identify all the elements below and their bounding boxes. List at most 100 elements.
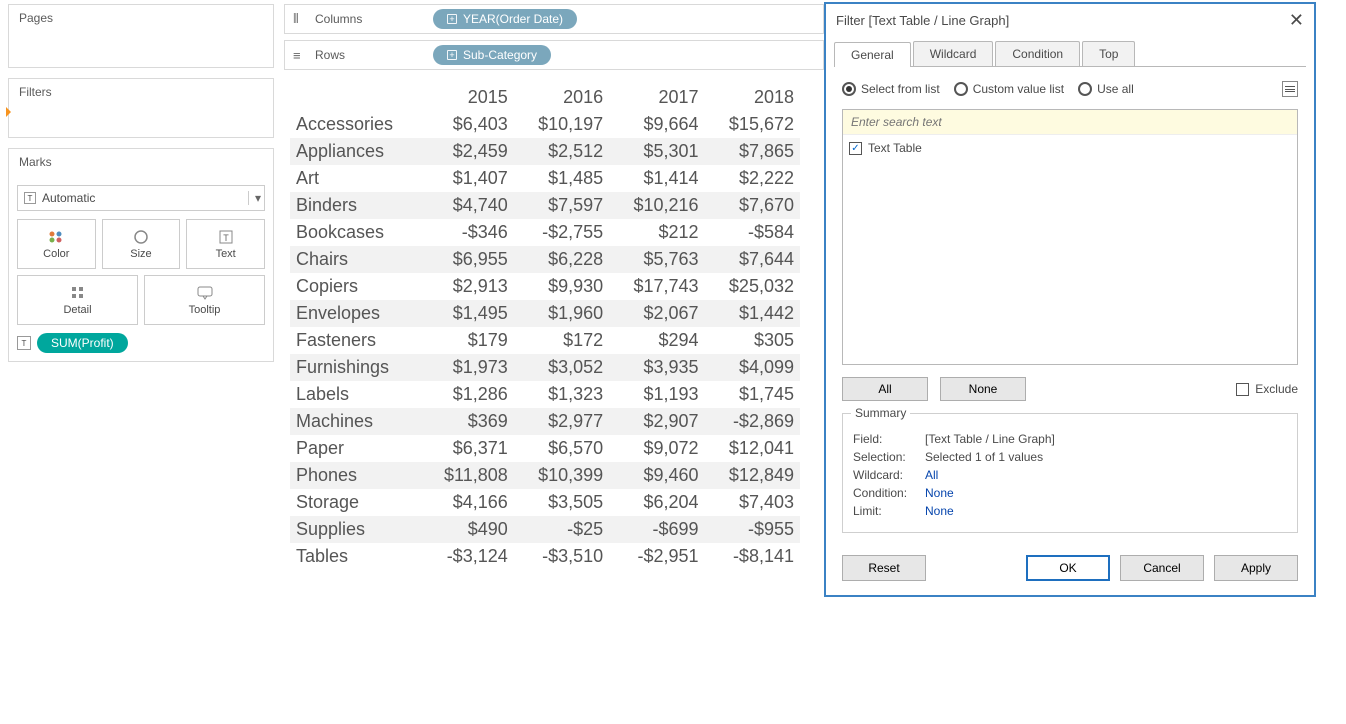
filter-dialog: Filter [Text Table / Line Graph] ✕ Gener…	[824, 2, 1316, 597]
exclude-checkbox[interactable]: Exclude	[1236, 382, 1298, 396]
cell-value: $17,743	[609, 273, 704, 300]
table-row: Paper$6,371$6,570$9,072$12,041	[290, 435, 800, 462]
sum-profit-pill[interactable]: SUM(Profit)	[37, 333, 128, 353]
cancel-button[interactable]: Cancel	[1120, 555, 1204, 581]
table-row: Copiers$2,913$9,930$17,743$25,032	[290, 273, 800, 300]
all-button[interactable]: All	[842, 377, 928, 401]
radio-icon	[1078, 82, 1092, 96]
cell-value: $4,740	[420, 192, 514, 219]
columns-label: Columns	[315, 12, 425, 26]
cell-value: $1,745	[705, 381, 800, 408]
cell-value: $1,485	[514, 165, 609, 192]
summary-legend: Summary	[851, 406, 910, 420]
table-row: Phones$11,808$10,399$9,460$12,849	[290, 462, 800, 489]
none-button[interactable]: None	[940, 377, 1026, 401]
cell-value: $2,067	[609, 300, 704, 327]
tab-general[interactable]: General	[834, 42, 911, 67]
table-row: Storage$4,166$3,505$6,204$7,403	[290, 489, 800, 516]
apply-button[interactable]: Apply	[1214, 555, 1298, 581]
cell-value: $9,072	[609, 435, 704, 462]
text-icon: T	[24, 192, 36, 204]
tab-top[interactable]: Top	[1082, 41, 1135, 66]
cell-value: $2,222	[705, 165, 800, 192]
table-row: Bookcases-$346-$2,755$212-$584	[290, 219, 800, 246]
mark-color-button[interactable]: Color	[17, 219, 96, 269]
row-label: Chairs	[290, 246, 420, 273]
radio-select-from-list[interactable]: Select from list	[842, 82, 940, 96]
cell-value: $6,228	[514, 246, 609, 273]
cell-value: $7,403	[705, 489, 800, 516]
close-icon[interactable]: ✕	[1289, 10, 1304, 31]
table-row: Binders$4,740$7,597$10,216$7,670	[290, 192, 800, 219]
size-icon	[132, 228, 150, 244]
columns-shelf[interactable]: ⦀ Columns +YEAR(Order Date)	[284, 4, 824, 34]
search-input[interactable]	[843, 110, 1297, 134]
cell-value: $7,597	[514, 192, 609, 219]
cell-value: $294	[609, 327, 704, 354]
reset-button[interactable]: Reset	[842, 555, 926, 581]
table-row: Tables-$3,124-$3,510-$2,951-$8,141	[290, 543, 800, 570]
mark-text-button[interactable]: T Text	[186, 219, 265, 269]
table-row: Furnishings$1,973$3,052$3,935$4,099	[290, 354, 800, 381]
cell-value: $9,664	[609, 111, 704, 138]
row-label: Labels	[290, 381, 420, 408]
rows-label: Rows	[315, 48, 425, 62]
cell-value: $179	[420, 327, 514, 354]
radio-custom-value-list[interactable]: Custom value list	[954, 82, 1064, 96]
dialog-tabs: General Wildcard Condition Top	[834, 41, 1306, 67]
row-label: Appliances	[290, 138, 420, 165]
mark-size-button[interactable]: Size	[102, 219, 181, 269]
row-label: Fasteners	[290, 327, 420, 354]
cell-value: -$2,951	[609, 543, 704, 570]
cell-value: -$3,510	[514, 543, 609, 570]
cell-value: -$8,141	[705, 543, 800, 570]
cell-value: $5,301	[609, 138, 704, 165]
radio-icon	[954, 82, 968, 96]
cell-value: $12,041	[705, 435, 800, 462]
list-options-icon[interactable]	[1282, 81, 1298, 97]
cell-value: $1,414	[609, 165, 704, 192]
cell-value: $2,913	[420, 273, 514, 300]
pages-header: Pages	[9, 5, 273, 31]
rows-pill[interactable]: +Sub-Category	[433, 45, 551, 65]
cell-value: $3,935	[609, 354, 704, 381]
rows-icon: ≡	[293, 48, 307, 63]
table-row: Labels$1,286$1,323$1,193$1,745	[290, 381, 800, 408]
tab-wildcard[interactable]: Wildcard	[913, 41, 994, 66]
row-label: Tables	[290, 543, 420, 570]
tab-condition[interactable]: Condition	[995, 41, 1080, 66]
dialog-title: Filter [Text Table / Line Graph]	[836, 13, 1009, 28]
text-icon: T	[217, 228, 235, 244]
table-row: Supplies$490-$25-$699-$955	[290, 516, 800, 543]
checkbox-icon[interactable]: ✓	[849, 142, 862, 155]
row-label: Supplies	[290, 516, 420, 543]
row-label: Furnishings	[290, 354, 420, 381]
filters-panel[interactable]: Filters	[8, 78, 274, 138]
row-label: Paper	[290, 435, 420, 462]
mark-type-select[interactable]: TAutomatic ▾	[17, 185, 265, 211]
row-label: Envelopes	[290, 300, 420, 327]
svg-text:T: T	[223, 233, 229, 243]
mark-detail-button[interactable]: Detail	[17, 275, 138, 325]
chevron-down-icon: ▾	[248, 191, 258, 205]
cell-value: $10,399	[514, 462, 609, 489]
cell-value: $4,099	[705, 354, 800, 381]
cell-value: $10,216	[609, 192, 704, 219]
rows-shelf[interactable]: ≡ Rows +Sub-Category	[284, 40, 824, 70]
cell-value: $7,644	[705, 246, 800, 273]
ok-button[interactable]: OK	[1026, 555, 1110, 581]
cell-value: $6,371	[420, 435, 514, 462]
radio-use-all[interactable]: Use all	[1078, 82, 1134, 96]
cell-value: $1,286	[420, 381, 514, 408]
filter-list-item[interactable]: ✓ Text Table	[849, 139, 1291, 157]
cell-value: $1,407	[420, 165, 514, 192]
cell-value: $25,032	[705, 273, 800, 300]
cell-value: $4,166	[420, 489, 514, 516]
year-header: 2015	[420, 84, 514, 111]
table-row: Fasteners$179$172$294$305	[290, 327, 800, 354]
mark-tooltip-button[interactable]: Tooltip	[144, 275, 265, 325]
cell-value: $6,955	[420, 246, 514, 273]
columns-pill[interactable]: +YEAR(Order Date)	[433, 9, 577, 29]
marks-panel: Marks TAutomatic ▾ Color Size T Text	[8, 148, 274, 362]
cell-value: -$25	[514, 516, 609, 543]
